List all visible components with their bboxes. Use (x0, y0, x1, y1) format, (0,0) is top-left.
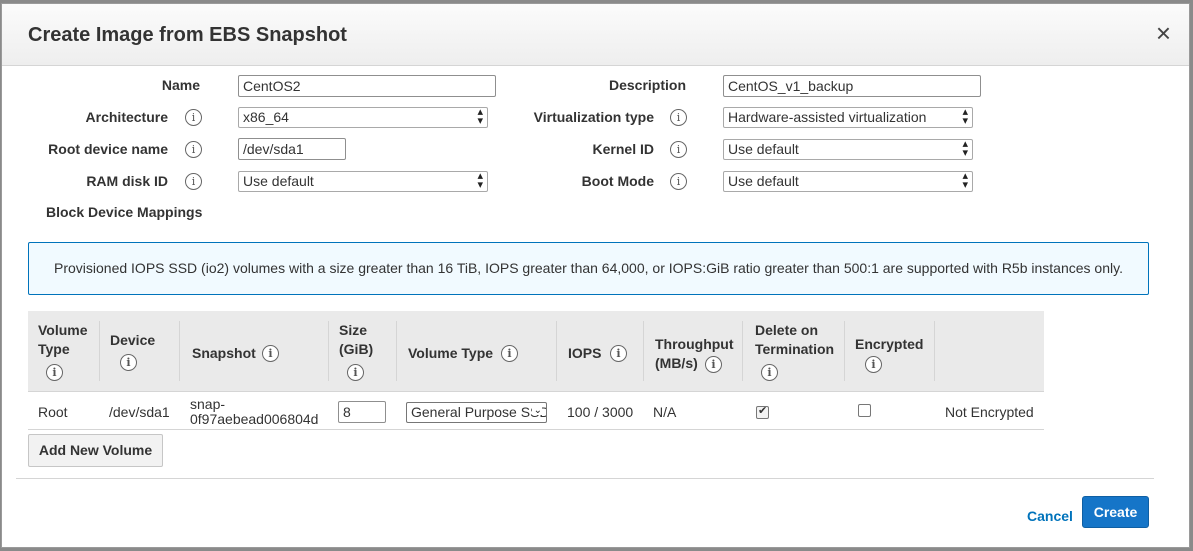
cancel-button[interactable]: Cancel (1027, 508, 1073, 524)
column-divider (742, 321, 743, 381)
root-device-label: Root device name (48, 141, 168, 157)
col-volume-type-select: Volume Type i (408, 344, 518, 385)
col-throughput: Throughput (MB/s) i (655, 336, 734, 373)
description-label: Description (608, 77, 686, 93)
column-divider (396, 321, 397, 381)
iops-info-icon[interactable]: i (610, 345, 627, 362)
select-arrow-icon: ▴ ▾ (962, 107, 968, 127)
volume-type-select-value: General Purpose SSD (411, 404, 547, 420)
architecture-label: Architecture (85, 109, 168, 125)
dialog-header: Create Image from EBS Snapshot × (2, 4, 1189, 66)
dialog-title: Create Image from EBS Snapshot (28, 24, 347, 46)
row-throughput: N/A (653, 404, 677, 420)
notice-text: Provisioned IOPS SSD (io2) volumes with … (54, 260, 1123, 276)
column-divider (934, 321, 935, 381)
block-device-mappings-label: Block Device Mappings (46, 204, 203, 220)
virtualization-label: Virtualization type (533, 109, 654, 125)
encrypted-info-icon[interactable]: i (865, 356, 882, 373)
io2-notice: Provisioned IOPS SSD (io2) volumes with … (28, 242, 1149, 295)
col-encrypted: Encrypted i (855, 336, 924, 373)
delete-on-termination-checkbox[interactable]: ✔ (756, 405, 769, 419)
architecture-select-value: x86_64 (243, 109, 289, 125)
checkmark-icon: ✔ (758, 405, 768, 417)
kernel-id-label: Kernel ID (592, 141, 654, 157)
col-iops: IOPS i (568, 344, 627, 385)
row-snapshot: snap- 0f97aebead006804d (190, 396, 319, 427)
column-divider (328, 321, 329, 381)
column-divider (99, 321, 100, 381)
kernel-id-info-icon[interactable]: i (670, 141, 687, 158)
vol-type-info-icon[interactable]: i (501, 345, 518, 362)
row-device: /dev/sda1 (109, 404, 170, 420)
row-iops: 100 / 3000 (567, 404, 634, 420)
name-input[interactable] (238, 75, 496, 97)
col-size: Size (GiB) i (339, 322, 374, 381)
encrypted-checkbox[interactable] (858, 404, 871, 417)
column-divider (844, 321, 845, 381)
volume-type-info-icon[interactable]: i (46, 364, 63, 381)
delete-info-icon[interactable]: i (761, 364, 778, 381)
add-new-volume-button[interactable]: Add New Volume (28, 434, 163, 467)
ramdisk-info-icon[interactable]: i (185, 173, 202, 190)
select-arrow-icon: ▴ ▾ (962, 171, 968, 191)
column-divider (556, 321, 557, 381)
footer-divider (16, 478, 1154, 479)
boot-mode-select-value: Use default (728, 173, 799, 189)
kernel-id-select-value: Use default (728, 141, 799, 157)
col-volume-type: Volume Type i (38, 322, 88, 381)
create-image-dialog: Create Image from EBS Snapshot × Name De… (1, 3, 1190, 548)
boot-mode-select[interactable]: Use default ▴ ▾ (723, 171, 973, 192)
ramdisk-select[interactable]: Use default ▴ ▾ (238, 171, 488, 192)
close-icon[interactable]: × (1156, 20, 1171, 46)
size-info-icon[interactable]: i (347, 364, 364, 381)
volume-type-select[interactable]: General Purpose SSD ⌄ (406, 402, 547, 423)
name-label: Name (161, 77, 200, 93)
select-arrow-icon: ▴ ▾ (477, 107, 483, 127)
ramdisk-select-value: Use default (243, 173, 314, 189)
row-encryption-status: Not Encrypted (945, 404, 1034, 420)
col-snapshot: Snapshot i (192, 344, 279, 385)
boot-mode-info-icon[interactable]: i (670, 173, 687, 190)
snapshot-info-icon[interactable]: i (262, 345, 279, 362)
device-info-icon[interactable]: i (120, 354, 137, 371)
size-input[interactable] (338, 401, 386, 423)
column-divider (179, 321, 180, 381)
virtualization-select-value: Hardware-assisted virtualization (728, 109, 927, 125)
architecture-select[interactable]: x86_64 ▴ ▾ (238, 107, 488, 128)
throughput-info-icon[interactable]: i (705, 356, 722, 373)
root-device-info-icon[interactable]: i (185, 141, 202, 158)
description-input[interactable] (723, 75, 981, 97)
boot-mode-label: Boot Mode (581, 173, 654, 189)
chevron-down-icon: ⌄ (531, 405, 542, 416)
col-delete-on-termination: Delete on Termination i (755, 322, 835, 381)
select-arrow-icon: ▴ ▾ (477, 171, 483, 191)
virtualization-info-icon[interactable]: i (670, 109, 687, 126)
kernel-id-select[interactable]: Use default ▴ ▾ (723, 139, 973, 160)
col-device: Device i (110, 332, 156, 371)
table-header-row: Volume Type i Device i Snapshot i Size (… (28, 311, 1044, 392)
select-arrow-icon: ▴ ▾ (962, 139, 968, 159)
architecture-info-icon[interactable]: i (185, 109, 202, 126)
root-device-input[interactable] (238, 138, 346, 160)
table-row: Root /dev/sda1 snap- 0f97aebead006804d G… (28, 392, 1044, 430)
ramdisk-label: RAM disk ID (86, 173, 168, 189)
virtualization-select[interactable]: Hardware-assisted virtualization ▴ ▾ (723, 107, 973, 128)
row-volume-type: Root (38, 404, 68, 420)
create-button[interactable]: Create (1082, 496, 1149, 528)
column-divider (643, 321, 644, 381)
